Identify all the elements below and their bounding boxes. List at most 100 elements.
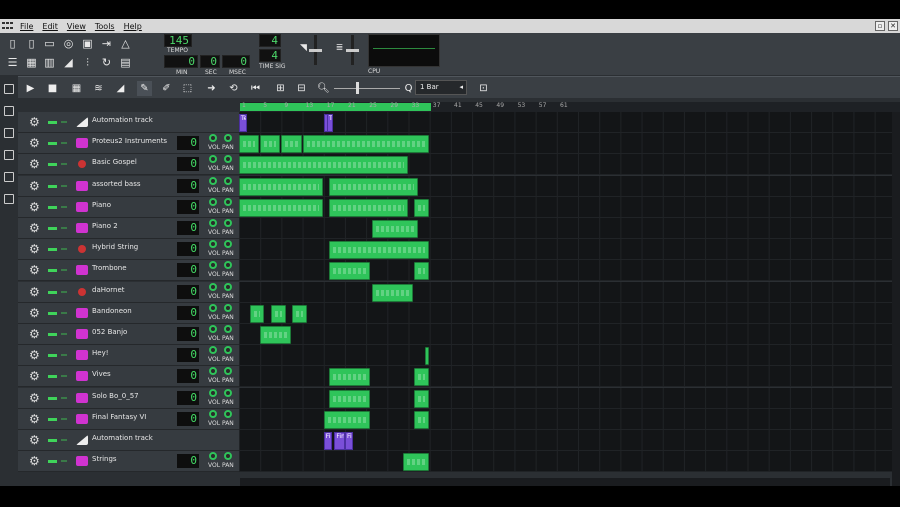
piano-roll-icon[interactable]: ▥ [42, 55, 57, 70]
automation-clip[interactable]: Tr [326, 114, 334, 132]
track-name[interactable]: assorted bass [92, 180, 141, 188]
solo-button[interactable] [61, 227, 67, 229]
pan-knob[interactable] [224, 346, 232, 355]
gear-icon[interactable]: ⚙ [29, 263, 40, 277]
gear-icon[interactable]: ⚙ [29, 157, 40, 171]
gear-icon[interactable]: ⚙ [29, 369, 40, 383]
pattern-clip[interactable] [371, 220, 419, 238]
solo-button[interactable] [61, 121, 67, 123]
tempo-display[interactable]: 145 [164, 34, 192, 47]
save-project-icon[interactable]: ▣ [80, 36, 95, 51]
timeline-ruler[interactable]: 1 5 9 13 17 21 25 29 33 37 41 45 49 53 57 61 [240, 102, 900, 112]
recent-projects-icon[interactable]: ◎ [61, 36, 76, 51]
pattern-clip[interactable] [281, 135, 302, 154]
track-lane[interactable] [239, 239, 900, 261]
track-lane[interactable] [239, 133, 900, 155]
insert-bar-icon[interactable]: ⊞ [273, 81, 288, 96]
master-pitch-icon[interactable]: ≣ [332, 41, 347, 56]
restore-window-button[interactable]: ▫ [875, 21, 885, 31]
track-header[interactable]: ⚙ Final Fantasy VI 0 VOL PAN [18, 408, 239, 430]
gear-icon[interactable]: ⚙ [29, 454, 40, 468]
track-lane[interactable] [239, 281, 900, 303]
pan-knob[interactable] [224, 303, 232, 312]
loop-points-icon[interactable]: ⟲ [226, 81, 241, 96]
snap-mode-icon[interactable]: ⊡ [476, 81, 491, 96]
volume-knob[interactable] [209, 261, 217, 270]
volume-knob[interactable] [209, 155, 217, 164]
track-header[interactable]: ⚙ Basic Gospel 0 VOL PAN [18, 154, 239, 176]
pan-knob[interactable] [224, 261, 232, 270]
track-lane[interactable] [239, 218, 900, 239]
automation-clip[interactable]: Fir [345, 432, 353, 450]
new-from-template-icon[interactable]: ▯ [24, 36, 39, 51]
track-lane[interactable] [239, 408, 900, 430]
track-header[interactable]: ⚙ Hey! 0 VOL PAN [18, 345, 239, 367]
track-lane[interactable] [239, 387, 900, 409]
solo-button[interactable] [61, 205, 67, 208]
track-header[interactable]: ⚙ Strings 0 VOL PAN [18, 451, 239, 473]
stop-behaviour-icon[interactable]: ⏮ [248, 81, 263, 96]
volume-knob[interactable] [209, 176, 217, 185]
track-name[interactable]: Automation track [92, 434, 153, 442]
pattern-clip[interactable] [329, 177, 419, 196]
quantize-select[interactable]: 1 Bar ◂ [415, 80, 467, 95]
pattern-clip[interactable] [329, 241, 429, 260]
solo-button[interactable] [61, 460, 67, 463]
menu-view[interactable]: View [67, 22, 86, 31]
track-name[interactable]: Piano 2 [92, 222, 118, 230]
samples-browser-icon[interactable] [4, 128, 14, 138]
timesig-denominator[interactable]: 4 [259, 49, 281, 62]
auto-scroll-icon[interactable]: ➜ [204, 81, 219, 96]
computer-browser-icon[interactable] [4, 194, 14, 204]
track-name[interactable]: Strings [92, 455, 117, 463]
add-beat-track-icon[interactable]: ▦ [69, 81, 84, 96]
track-name[interactable]: Hey! [92, 349, 109, 357]
home-browser-icon[interactable] [4, 172, 14, 182]
add-automation-track-icon[interactable]: ◢ [113, 81, 128, 96]
track-lane[interactable] [239, 366, 900, 388]
track-name[interactable]: 052 Banjo [92, 328, 127, 336]
gear-icon[interactable]: ⚙ [29, 115, 40, 129]
add-sample-track-icon[interactable]: ≋ [91, 81, 106, 96]
track-header[interactable]: ⚙ Automation track [18, 112, 239, 133]
track-header[interactable]: ⚙ Solo Bo_0_57 0 VOL PAN [18, 387, 239, 409]
track-lane[interactable]: FirFinFir [239, 430, 900, 451]
beat-editor-icon[interactable]: ▦ [24, 55, 39, 70]
pattern-clip[interactable] [424, 347, 429, 366]
master-volume-handle[interactable] [309, 49, 322, 52]
metronome-icon[interactable]: △ [118, 36, 133, 51]
pattern-clip[interactable] [239, 177, 323, 196]
master-pitch-handle[interactable] [346, 49, 359, 52]
presets-browser-icon[interactable] [4, 150, 14, 160]
pattern-clip[interactable] [292, 304, 307, 323]
draw-mode-icon[interactable]: ✎ [137, 81, 152, 96]
menu-help[interactable]: Help [124, 22, 142, 31]
solo-button[interactable] [61, 333, 67, 335]
gear-icon[interactable]: ⚙ [29, 136, 40, 150]
select-mode-icon[interactable]: ⬚ [180, 81, 195, 96]
pan-knob[interactable] [224, 155, 232, 164]
track-header[interactable]: ⚙ daHornet 0 VOL PAN [18, 281, 239, 303]
track-name[interactable]: Bandoneon [92, 307, 132, 315]
track-header[interactable]: ⚙ 052 Banjo 0 VOL PAN [18, 324, 239, 345]
pan-knob[interactable] [224, 240, 232, 249]
volume-knob[interactable] [209, 367, 217, 376]
mute-button[interactable] [48, 184, 57, 188]
mute-button[interactable] [48, 311, 57, 315]
track-name[interactable]: Hybrid String [92, 243, 138, 251]
track-name[interactable]: Piano [92, 201, 111, 209]
open-project-icon[interactable]: ▭ [42, 36, 57, 51]
gear-icon[interactable]: ⚙ [29, 285, 40, 299]
track-header[interactable]: ⚙ Vives 0 VOL PAN [18, 366, 239, 388]
track-name[interactable]: Solo Bo_0_57 [92, 392, 139, 400]
pattern-clip[interactable] [260, 326, 291, 344]
mute-button[interactable] [48, 205, 57, 209]
volume-knob[interactable] [209, 219, 217, 227]
solo-button[interactable] [61, 417, 67, 420]
track-name[interactable]: daHornet [92, 286, 125, 294]
track-header[interactable]: ⚙ Hybrid String 0 VOL PAN [18, 239, 239, 261]
track-header[interactable]: ⚙ assorted bass 0 VOL PAN [18, 175, 239, 197]
solo-button[interactable] [61, 290, 67, 293]
mute-button[interactable] [48, 396, 57, 400]
track-name[interactable]: Vives [92, 370, 111, 378]
